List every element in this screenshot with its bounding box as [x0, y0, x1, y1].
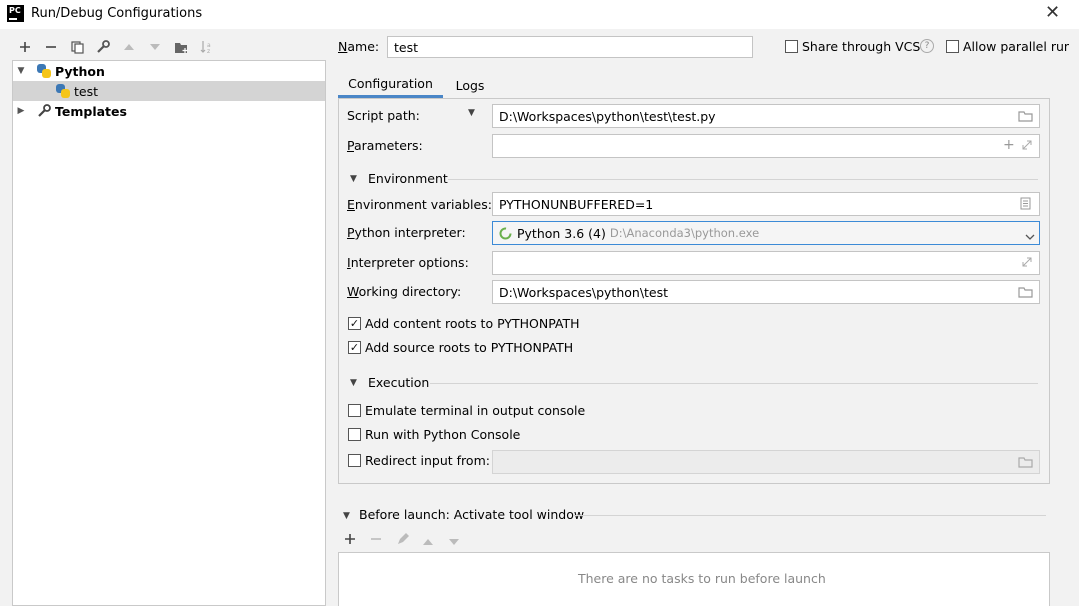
chevron-down-icon[interactable]: ▼: [350, 378, 357, 388]
add-icon[interactable]: [344, 533, 356, 548]
tree-item-test[interactable]: test: [13, 81, 325, 101]
share-vcs-label: Share through VCS: [802, 39, 921, 54]
interpreter-name: Python 3.6 (4): [517, 225, 606, 241]
python-icon: [37, 64, 51, 78]
tree-item-templates-label: Templates: [55, 103, 127, 119]
share-vcs-checkbox[interactable]: [785, 40, 798, 53]
app-logo-icon: PC: [7, 5, 24, 22]
folder-add-icon[interactable]: [172, 38, 190, 56]
expand-icon[interactable]: [1021, 139, 1033, 154]
chevron-down-icon[interactable]: ▼: [350, 174, 357, 184]
working-dir-input[interactable]: D:\Workspaces\python\test: [492, 280, 1040, 304]
emulate-terminal-checkbox[interactable]: [348, 404, 361, 417]
close-icon[interactable]: ✕: [1045, 4, 1060, 22]
section-divider: [574, 515, 1046, 516]
add-icon[interactable]: [16, 38, 34, 56]
tree-item-python-label: Python: [55, 63, 105, 79]
environment-heading: Environment: [368, 171, 448, 186]
move-up-icon[interactable]: [422, 535, 434, 550]
add-icon[interactable]: +: [1003, 138, 1015, 152]
wrench-icon: [37, 104, 51, 118]
tab-logs[interactable]: Logs: [447, 72, 493, 98]
wrench-icon[interactable]: [94, 38, 112, 56]
window-title: Run/Debug Configurations: [31, 6, 203, 21]
chevron-down-icon[interactable]: ▼: [343, 511, 350, 521]
env-vars-label: Environment variables:: [347, 197, 492, 212]
name-label: Name:: [338, 39, 380, 54]
chevron-down-icon[interactable]: ▼: [15, 66, 27, 76]
run-python-console-checkbox[interactable]: [348, 428, 361, 441]
parameters-input[interactable]: [492, 134, 1040, 158]
chevron-down-icon[interactable]: [1025, 229, 1035, 244]
run-python-console-label: Run with Python Console: [365, 427, 521, 442]
sort-icon[interactable]: az: [198, 38, 216, 56]
svg-text:z: z: [207, 48, 210, 54]
tree-item-python[interactable]: ▼ Python: [13, 61, 325, 81]
redirect-input-label: Redirect input from:: [365, 453, 490, 468]
interpreter-select[interactable]: Python 3.6 (4) D:\Anaconda3\python.exe: [492, 221, 1040, 245]
loading-icon: [499, 227, 512, 240]
name-input[interactable]: test: [387, 36, 753, 58]
add-source-roots-label: Add source roots to PYTHONPATH: [365, 340, 574, 355]
allow-parallel-label: Allow parallel run: [963, 39, 1069, 54]
chevron-right-icon[interactable]: ▶: [15, 106, 27, 116]
redirect-input-checkbox[interactable]: [348, 454, 361, 467]
empty-tasks-text: There are no tasks to run before launch: [578, 571, 826, 586]
tree-item-templates[interactable]: ▶ Templates: [13, 101, 325, 121]
tree-item-test-label: test: [74, 83, 99, 99]
remove-icon[interactable]: [42, 38, 60, 56]
move-down-icon[interactable]: [146, 38, 164, 56]
add-content-roots-checkbox[interactable]: ✓: [348, 317, 361, 330]
interpreter-path: D:\Anaconda3\python.exe: [609, 226, 760, 240]
parameters-label: Parameters:: [347, 138, 423, 153]
tab-configuration[interactable]: Configuration: [338, 72, 443, 98]
folder-icon[interactable]: [1018, 286, 1033, 301]
copy-icon[interactable]: [68, 38, 86, 56]
section-divider: [430, 383, 1038, 384]
env-vars-input[interactable]: PYTHONUNBUFFERED=1: [492, 192, 1040, 216]
remove-icon[interactable]: [370, 533, 382, 548]
python-icon: [56, 84, 70, 98]
move-down-icon[interactable]: [448, 535, 460, 550]
folder-icon[interactable]: [1018, 110, 1033, 125]
working-dir-label: Working directory:: [347, 284, 462, 299]
script-type-dropdown-icon[interactable]: ▼: [468, 108, 475, 118]
script-path-label: Script path:: [347, 108, 420, 123]
edit-icon[interactable]: [396, 532, 410, 549]
document-icon[interactable]: [1020, 197, 1031, 213]
add-content-roots-label: Add content roots to PYTHONPATH: [365, 316, 580, 331]
section-divider: [448, 179, 1038, 180]
add-source-roots-checkbox[interactable]: ✓: [348, 341, 361, 354]
configuration-tree[interactable]: ▼ Python test ▶ Templates: [12, 60, 326, 606]
move-up-icon[interactable]: [120, 38, 138, 56]
help-icon[interactable]: ?: [920, 39, 934, 53]
execution-heading: Execution: [368, 375, 430, 390]
interpreter-options-input[interactable]: [492, 251, 1040, 275]
script-path-input[interactable]: D:\Workspaces\python\test\test.py: [492, 104, 1040, 128]
folder-icon[interactable]: [1018, 456, 1033, 471]
app-logo-text: PC: [9, 6, 21, 15]
before-launch-heading: Before launch: Activate tool window: [359, 507, 585, 522]
redirect-input-field[interactable]: [492, 450, 1040, 474]
allow-parallel-checkbox[interactable]: [946, 40, 959, 53]
expand-icon[interactable]: [1021, 256, 1033, 271]
emulate-terminal-label: Emulate terminal in output console: [365, 403, 586, 418]
interpreter-options-label: Interpreter options:: [347, 255, 469, 270]
interpreter-label: Python interpreter:: [347, 225, 466, 240]
